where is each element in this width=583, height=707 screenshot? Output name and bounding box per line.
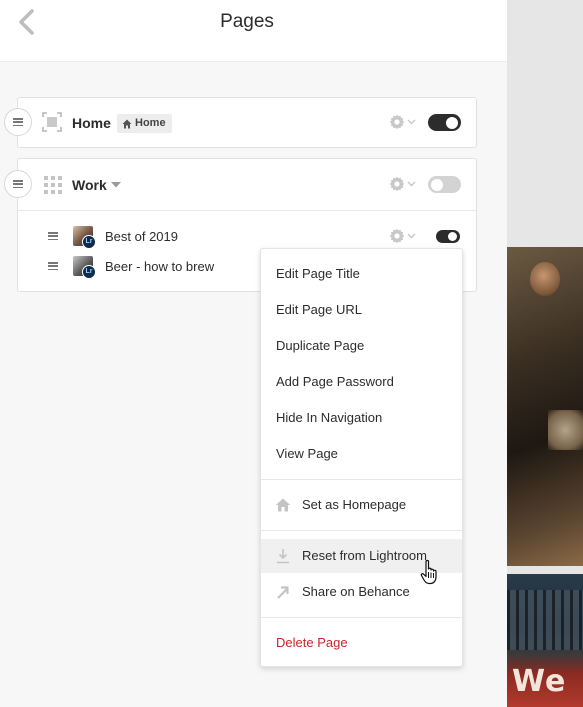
menu-item-reset-from-lightroom[interactable]: Reset from Lightroom	[261, 539, 462, 573]
menu-item-label: Edit Page Title	[276, 266, 360, 281]
gear-icon	[389, 228, 405, 244]
menu-item-label: Duplicate Page	[276, 338, 365, 353]
gear-icon	[389, 176, 405, 192]
menu-item-set-as-homepage[interactable]: Set as Homepage	[261, 488, 462, 522]
drag-lines-icon	[13, 118, 23, 127]
page-title-work[interactable]: Work	[72, 177, 107, 193]
panel-header: Pages	[0, 0, 507, 62]
page-settings-best-of-2019-button[interactable]	[389, 228, 417, 244]
menu-item-add-page-password[interactable]: Add Page Password	[261, 365, 462, 399]
gear-icon	[389, 114, 405, 130]
menu-item-edit-page-url[interactable]: Edit Page URL	[261, 293, 462, 327]
menu-item-view-page[interactable]: View Page	[261, 437, 462, 471]
drag-handle-work[interactable]	[4, 170, 32, 198]
chevron-down-icon	[407, 181, 416, 187]
menu-item-share-on-behance[interactable]: Share on Behance	[261, 575, 462, 609]
lightroom-badge: Lr	[82, 265, 96, 279]
menu-item-label: Delete Page	[276, 635, 348, 650]
lightroom-badge: Lr	[82, 235, 96, 249]
preview-photo-sign-text: We	[512, 664, 567, 699]
menu-item-label: Edit Page URL	[276, 302, 362, 317]
home-icon	[275, 498, 291, 512]
toggle-knob	[431, 178, 443, 191]
menu-item-label: Set as Homepage	[302, 497, 407, 512]
drag-handle-best-of-2019[interactable]	[48, 232, 58, 241]
drag-handle-beer[interactable]	[48, 262, 58, 271]
menu-item-label: View Page	[276, 446, 338, 461]
page-title: Pages	[220, 11, 274, 32]
menu-divider	[261, 479, 462, 480]
menu-item-duplicate-page[interactable]: Duplicate Page	[261, 329, 462, 363]
menu-item-edit-page-title[interactable]: Edit Page Title	[261, 257, 462, 291]
chevron-down-icon	[407, 233, 416, 239]
page-visibility-toggle-work[interactable]	[428, 176, 461, 193]
page-title-best-of-2019[interactable]: Best of 2019	[105, 229, 178, 244]
page-title-home[interactable]: Home	[72, 115, 111, 131]
page-settings-home-button[interactable]	[389, 114, 417, 130]
download-icon	[277, 549, 289, 564]
home-icon	[122, 119, 132, 128]
page-visibility-toggle-home[interactable]	[428, 114, 461, 131]
divider	[18, 210, 476, 211]
toggle-knob	[448, 232, 457, 241]
page-title-beer-how-to-brew[interactable]: Beer - how to brew	[105, 259, 214, 274]
page-settings-work-button[interactable]	[389, 176, 417, 192]
grid-icon	[44, 176, 62, 194]
menu-item-label: Reset from Lightroom	[302, 548, 427, 563]
collapse-caret-icon[interactable]	[111, 182, 121, 188]
menu-item-hide-in-navigation[interactable]: Hide In Navigation	[261, 401, 462, 435]
preview-photo-fence	[507, 590, 583, 650]
share-arrow-icon	[277, 586, 289, 599]
menu-item-label: Hide In Navigation	[276, 410, 383, 425]
homepage-badge: Home	[117, 114, 172, 133]
drag-handle-home[interactable]	[4, 108, 32, 136]
menu-item-label: Share on Behance	[302, 584, 410, 599]
page-options-menu: Edit Page Title Edit Page URL Duplicate …	[260, 248, 463, 667]
toggle-knob	[446, 116, 458, 129]
menu-divider	[261, 617, 462, 618]
menu-item-label: Add Page Password	[276, 374, 394, 389]
menu-item-delete-page[interactable]: Delete Page	[261, 626, 462, 660]
preview-photo-highlight	[548, 410, 583, 450]
frame-icon	[42, 112, 62, 132]
page-visibility-toggle-best-of-2019[interactable]	[436, 230, 460, 243]
preview-photo-face	[530, 262, 560, 296]
menu-divider	[261, 530, 462, 531]
drag-lines-icon	[13, 180, 23, 189]
chevron-down-icon	[407, 119, 416, 125]
homepage-badge-label: Home	[135, 117, 166, 129]
